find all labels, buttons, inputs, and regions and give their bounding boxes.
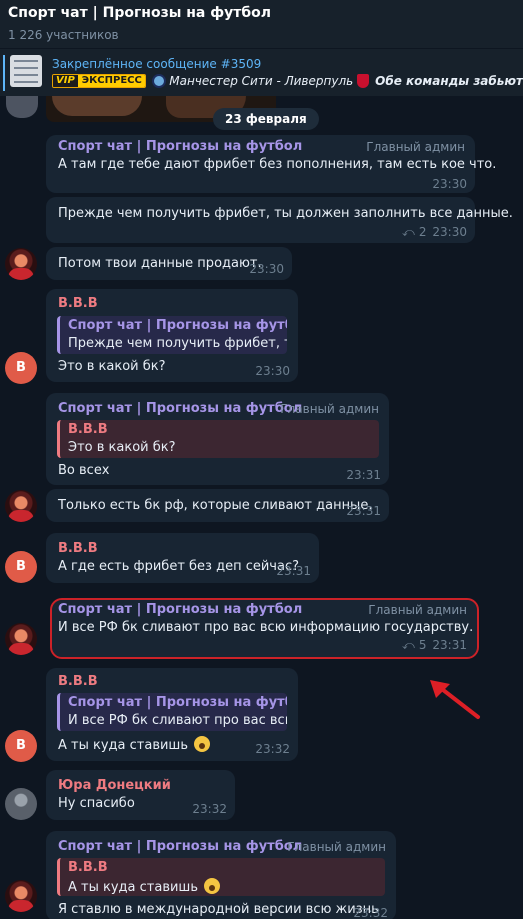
sender-name[interactable]: В.В.В — [58, 296, 98, 311]
message-time: 23:32 — [255, 742, 290, 756]
sender-name[interactable]: Спорт чат | Прогнозы на футбол — [58, 139, 302, 154]
message-bubble[interactable]: Прежде чем получить фрибет, ты должен за… — [46, 197, 513, 243]
admin-rank: Главный админ — [280, 402, 379, 416]
replies-count[interactable]: ⤺ 5 — [402, 638, 426, 653]
sender-name[interactable]: В.В.В — [58, 674, 98, 689]
message-time: 23:30 — [432, 225, 467, 239]
message-text: Во всех — [58, 463, 110, 478]
message-time: 23:31 — [346, 468, 381, 482]
message-time: 23:31 — [432, 638, 467, 652]
man-city-icon — [152, 74, 167, 88]
message-bubble[interactable]: В.В.В Спорт чат | Прогнозы на футбол Пре… — [46, 289, 298, 382]
message-text: Потом твои данные продают. — [58, 256, 262, 271]
admin-rank: Главный админ — [287, 840, 386, 854]
message-text: И все РФ бк сливают про вас всю информац… — [58, 620, 474, 635]
sender-name[interactable]: В.В.В — [58, 541, 98, 556]
message-text: А ты куда ставишь — [58, 736, 211, 753]
message-time: 23:30 — [432, 177, 467, 191]
reply-quote[interactable]: Спорт чат | Прогнозы на футбол Прежде че… — [57, 316, 287, 354]
replies-count[interactable]: ⤺ 2 — [402, 225, 426, 240]
message-bubble[interactable]: Спорт чат | Прогнозы на футбол Главный а… — [50, 598, 479, 659]
member-count: 1 226 участников — [8, 28, 119, 42]
date-badge: 23 февраля — [213, 108, 319, 130]
avatar[interactable] — [5, 880, 37, 912]
message-bubble[interactable]: Спорт чат | Прогнозы на футбол Главный а… — [46, 831, 396, 919]
liverpool-icon — [357, 74, 370, 88]
chat-header[interactable]: Спорт чат | Прогнозы на футбол 1 226 уча… — [0, 0, 523, 48]
pinned-preview: VIP ЭКСПРЕСС Манчестер Сити - Ливерпуль О… — [52, 73, 523, 89]
pinned-thumbnail — [10, 55, 42, 87]
pinned-match: Манчестер Сити - Ливерпуль — [169, 74, 354, 88]
sender-name[interactable]: Спорт чат | Прогнозы на футбол — [58, 839, 302, 854]
pinned-bet: Обе команды забьют — [375, 74, 523, 88]
sender-name[interactable]: Юра Донецкий — [58, 778, 171, 793]
avatar[interactable]: В — [5, 352, 37, 384]
message-text: Это в какой бк? — [58, 359, 166, 374]
message-text: А где есть фрибет без деп сейчас? — [58, 559, 299, 574]
message-text: Только есть бк рф, которые сливают данны… — [58, 498, 373, 513]
avatar[interactable]: В — [5, 551, 37, 583]
avatar[interactable] — [5, 490, 37, 522]
chat-title: Спорт чат | Прогнозы на футбол — [8, 5, 272, 21]
message-bubble[interactable]: Только есть бк рф, которые сливают данны… — [46, 489, 389, 522]
message-time: 23:30 — [255, 364, 290, 378]
message-text: А там где тебе дают фрибет без пополнени… — [58, 157, 497, 172]
pinned-indicator — [3, 55, 5, 91]
message-text: Ну спасибо — [58, 796, 135, 811]
avatar[interactable]: В — [5, 730, 37, 762]
message-bubble[interactable]: В.В.В А где есть фрибет без деп сейчас? … — [46, 533, 319, 583]
message-time: 23:32 — [353, 906, 388, 919]
admin-rank: Главный админ — [368, 603, 467, 617]
message-time: 23:30 — [249, 262, 284, 276]
fearful-face-emoji — [204, 878, 221, 894]
message-bubble[interactable]: В.В.В Спорт чат | Прогнозы на футбол И в… — [46, 668, 298, 761]
message-bubble[interactable]: Спорт чат | Прогнозы на футбол Главный а… — [46, 135, 496, 193]
avatar[interactable] — [5, 623, 37, 655]
message-time: 23:31 — [346, 504, 381, 518]
reply-quote[interactable]: В.В.В А ты куда ставишь — [57, 858, 385, 896]
avatar[interactable] — [6, 96, 38, 118]
avatar[interactable] — [5, 788, 37, 820]
pinned-message-bar[interactable]: Закреплённое сообщение #3509 VIP ЭКСПРЕСС… — [0, 48, 523, 96]
message-text: Прежде чем получить фрибет, ты должен за… — [58, 206, 513, 221]
message-bubble[interactable]: Потом твои данные продают. 23:30 — [46, 247, 292, 280]
vip-express-badge: VIP ЭКСПРЕСС — [52, 74, 147, 88]
sender-name[interactable]: Спорт чат | Прогнозы на футбол — [58, 602, 302, 617]
reply-quote[interactable]: Спорт чат | Прогнозы на футбол И все РФ … — [57, 693, 287, 731]
admin-rank: Главный админ — [366, 140, 465, 154]
sender-name[interactable]: Спорт чат | Прогнозы на футбол — [58, 401, 302, 416]
reply-arrow-icon: ⤺ — [402, 225, 415, 239]
message-text: Я ставлю в международной версии всю жизн… — [58, 902, 379, 917]
message-bubble[interactable]: Юра Донецкий Ну спасибо 23:32 — [46, 770, 235, 820]
reply-arrow-icon: ⤺ — [402, 638, 415, 652]
fearful-face-emoji — [194, 736, 211, 752]
message-bubble[interactable]: Спорт чат | Прогнозы на футбол Главный а… — [46, 393, 389, 485]
message-time: 23:32 — [192, 802, 227, 816]
annotation-arrow — [430, 680, 480, 719]
reply-quote[interactable]: В.В.В Это в какой бк? — [57, 420, 379, 458]
avatar[interactable] — [5, 248, 37, 280]
message-time: 23:31 — [276, 564, 311, 578]
pinned-title: Закреплённое сообщение #3509 — [52, 57, 262, 71]
